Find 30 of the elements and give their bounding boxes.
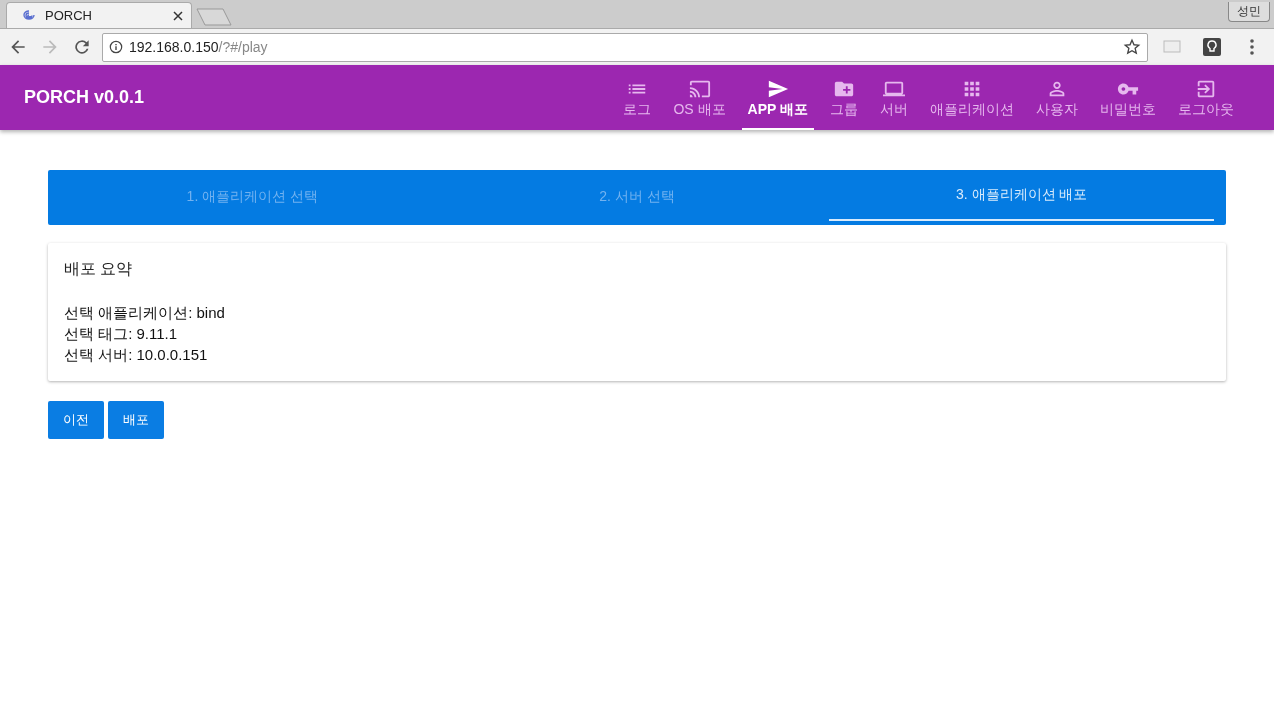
reload-icon[interactable] — [72, 37, 92, 57]
browser-tab[interactable]: PORCH — [6, 2, 192, 28]
profile-button[interactable]: 성민 — [1228, 2, 1270, 22]
action-button[interactable]: 이전 — [48, 401, 104, 439]
summary-line: 선택 서버: 10.0.0.151 — [64, 345, 209, 365]
nav-tab[interactable]: 그룹 — [824, 65, 864, 130]
cast-icon — [688, 78, 711, 100]
nav-tab[interactable]: OS 배포 — [667, 65, 732, 130]
url-text: 192.168.0.150/?#/play — [129, 39, 268, 55]
summary-line: 선택 애플리케이션: bind — [64, 303, 226, 323]
info-icon — [109, 40, 123, 54]
lightbulb-icon[interactable] — [1202, 37, 1222, 57]
nav-tab[interactable]: APP 배포 — [741, 65, 814, 130]
app-title: PORCH v0.0.1 — [24, 87, 146, 108]
card-title: 배포 요약 — [64, 259, 134, 279]
exit-icon — [1195, 78, 1217, 100]
nav-tab[interactable]: 비밀번호 — [1094, 65, 1162, 130]
step-tab[interactable]: 3. 애플리케이션 배포 — [829, 170, 1214, 221]
nav-tab[interactable]: 로그아웃 — [1172, 65, 1240, 130]
nav-tab[interactable]: 애플리케이션 — [924, 65, 1020, 130]
close-icon[interactable] — [173, 10, 183, 21]
address-bar[interactable]: 192.168.0.150/?#/play — [102, 32, 1148, 62]
nav-tab[interactable]: 사용자 — [1030, 65, 1084, 130]
summary-line: 선택 태그: 9.11.1 — [64, 324, 179, 344]
star-icon[interactable] — [1123, 38, 1141, 56]
tab-title: PORCH — [45, 8, 93, 23]
send-icon — [766, 78, 789, 100]
action-button[interactable]: 배포 — [108, 401, 164, 439]
nav-tab[interactable]: 로그 — [617, 65, 658, 130]
nav-tab[interactable]: 서버 — [874, 65, 914, 130]
